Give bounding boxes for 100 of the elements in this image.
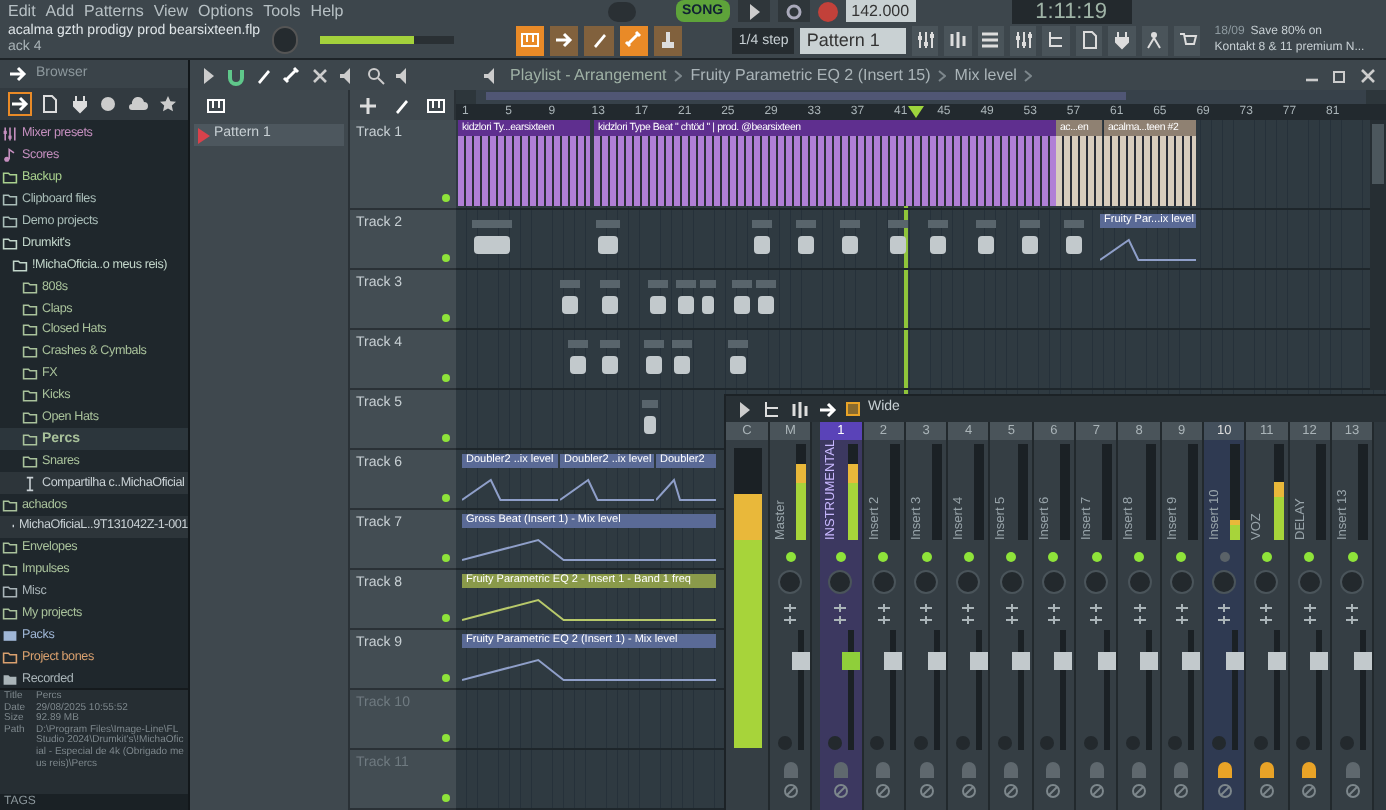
phase-icon[interactable] xyxy=(1046,784,1061,798)
phase-icon[interactable] xyxy=(1089,784,1104,798)
browser-tab[interactable] xyxy=(67,92,92,116)
fader-thumb[interactable] xyxy=(884,652,903,671)
stereo-icon[interactable] xyxy=(1258,604,1275,624)
send-indicator[interactable] xyxy=(1217,762,1232,778)
menu-item[interactable]: Help xyxy=(310,1,344,22)
tool-button[interactable] xyxy=(654,25,683,56)
fx-indicator[interactable] xyxy=(1347,552,1357,562)
arrow-icon[interactable] xyxy=(8,64,28,84)
fader-thumb[interactable] xyxy=(1267,652,1286,671)
stereo-icon[interactable] xyxy=(1088,604,1105,624)
phase-icon[interactable] xyxy=(961,784,976,798)
plus-icon[interactable] xyxy=(357,95,378,115)
fx-indicator[interactable] xyxy=(1304,552,1315,562)
close-icon[interactable] xyxy=(1358,65,1378,85)
fx-indicator[interactable] xyxy=(921,552,932,562)
fx-indicator[interactable] xyxy=(785,552,796,562)
menu-item[interactable]: Add xyxy=(45,1,75,22)
phase-icon[interactable] xyxy=(1259,784,1274,798)
fx-indicator[interactable] xyxy=(1006,552,1017,562)
fader-thumb[interactable] xyxy=(1225,652,1244,671)
tempo-display[interactable]: 142.000 xyxy=(845,0,916,23)
tree-icon[interactable] xyxy=(762,399,782,419)
vertical-scrollbar[interactable] xyxy=(1370,120,1386,390)
stereo-toggle[interactable] xyxy=(846,402,860,416)
fx-indicator[interactable] xyxy=(1091,552,1102,562)
overview-scrollbar[interactable] xyxy=(476,90,1366,104)
browser-tab[interactable] xyxy=(96,92,121,116)
menu-item[interactable]: View xyxy=(153,1,189,22)
toolbar-button[interactable] xyxy=(1010,25,1037,56)
fader-track[interactable] xyxy=(847,630,854,750)
pattern-selector[interactable]: Pattern 1 xyxy=(800,27,907,54)
stereo-icon[interactable] xyxy=(832,604,849,624)
stereo-icon[interactable] xyxy=(1131,604,1148,624)
toolbar-button[interactable] xyxy=(944,25,972,56)
fader-thumb[interactable] xyxy=(1140,652,1159,671)
menu-item[interactable]: Tools xyxy=(263,1,301,22)
phase-icon[interactable] xyxy=(1174,784,1189,798)
fx-indicator[interactable] xyxy=(1261,552,1272,562)
fader-thumb[interactable] xyxy=(927,652,946,671)
piano-icon[interactable] xyxy=(426,95,447,115)
pencil-icon[interactable] xyxy=(254,65,274,85)
tool-button[interactable] xyxy=(550,25,579,56)
fx-indicator[interactable] xyxy=(1134,552,1145,562)
tool-button[interactable] xyxy=(515,25,545,56)
toolbar-button[interactable] xyxy=(1108,25,1136,56)
stereo-icon[interactable] xyxy=(1173,604,1190,624)
cross-icon[interactable] xyxy=(310,65,330,85)
fader-thumb[interactable] xyxy=(969,652,988,671)
piano-icon[interactable] xyxy=(206,95,226,115)
toolbar-button[interactable] xyxy=(1042,25,1070,56)
fader-thumb[interactable] xyxy=(791,652,810,671)
stereo-icon[interactable] xyxy=(782,604,799,624)
fx-indicator[interactable] xyxy=(963,552,974,562)
fader-thumb[interactable] xyxy=(1182,652,1201,671)
stereo-icon[interactable] xyxy=(1216,604,1233,624)
browser-tab[interactable] xyxy=(126,92,151,116)
fader-thumb[interactable] xyxy=(841,652,860,671)
stereo-icon[interactable] xyxy=(960,604,977,624)
fx-indicator[interactable] xyxy=(1176,552,1187,562)
fader-track[interactable] xyxy=(1231,630,1238,750)
tool-button[interactable] xyxy=(619,25,648,56)
phase-icon[interactable] xyxy=(919,784,934,798)
send-indicator[interactable] xyxy=(1259,762,1274,778)
phase-icon[interactable] xyxy=(783,784,798,798)
pencil-icon[interactable] xyxy=(391,95,412,115)
phase-icon[interactable] xyxy=(1132,784,1147,798)
menu-item[interactable]: Options xyxy=(198,1,254,22)
restore-icon[interactable] xyxy=(1330,65,1350,85)
tool-button[interactable] xyxy=(584,25,614,56)
phase-icon[interactable] xyxy=(1004,784,1019,798)
stereo-icon[interactable] xyxy=(1003,604,1020,624)
toolbar-button[interactable] xyxy=(1075,25,1103,56)
volume-slider-fill[interactable] xyxy=(320,36,414,45)
stereo-icon[interactable] xyxy=(1344,604,1360,624)
link-icon[interactable] xyxy=(282,65,302,85)
play-icon[interactable] xyxy=(198,65,218,85)
fader-thumb[interactable] xyxy=(1054,652,1073,671)
breadcrumb-item[interactable]: Mix level xyxy=(954,63,1017,87)
fader-thumb[interactable] xyxy=(1310,652,1329,671)
stereo-icon[interactable] xyxy=(875,604,892,624)
send-indicator[interactable] xyxy=(1302,762,1317,778)
menu-item[interactable]: Edit xyxy=(8,1,36,22)
toolbar-button[interactable] xyxy=(1141,25,1168,56)
phase-icon[interactable] xyxy=(833,784,848,798)
zoom-icon[interactable] xyxy=(366,65,386,85)
toolbar-button[interactable] xyxy=(977,25,1005,56)
fader-thumb[interactable] xyxy=(1097,652,1116,671)
transport-button[interactable] xyxy=(737,0,770,23)
breadcrumb-item[interactable]: Fruity Parametric EQ 2 (Insert 15) xyxy=(690,63,931,87)
stereo-icon[interactable] xyxy=(1045,604,1062,624)
fx-indicator[interactable] xyxy=(1048,552,1059,562)
transport-button[interactable] xyxy=(777,0,810,23)
phase-icon[interactable] xyxy=(1217,784,1232,798)
fx-indicator[interactable] xyxy=(835,552,846,562)
menu-item[interactable]: Patterns xyxy=(84,1,144,22)
toolbar-button[interactable] xyxy=(912,25,939,56)
stereo-icon[interactable] xyxy=(1301,604,1318,624)
browser-tab[interactable] xyxy=(8,92,32,116)
